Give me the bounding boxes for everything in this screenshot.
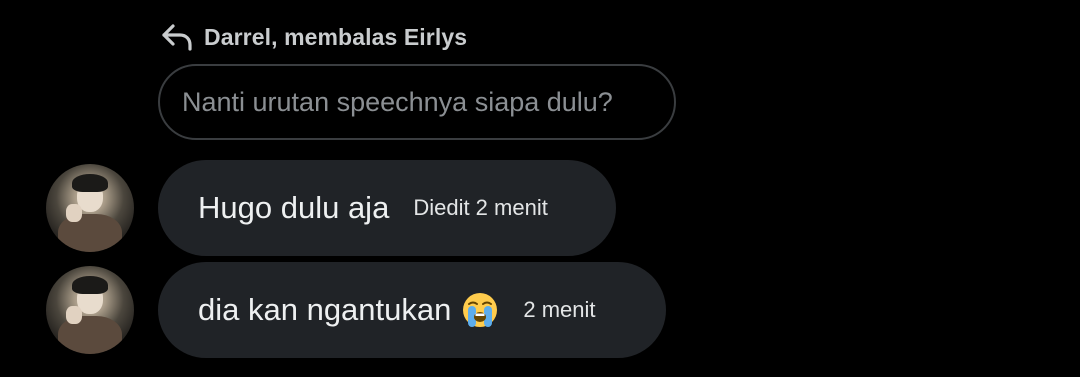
message-text: Hugo dulu aja xyxy=(198,190,390,225)
message-timestamp: 2 menit xyxy=(523,297,596,322)
message-bubble[interactable]: dia kan ngantukan 2 menit xyxy=(158,262,666,358)
message-bubble[interactable]: Hugo dulu aja Diedit 2 menit xyxy=(158,160,616,256)
user-avatar[interactable] xyxy=(46,164,134,252)
loudly-crying-face-icon xyxy=(461,291,499,329)
message-timestamp: Diedit 2 menit xyxy=(413,195,548,220)
message-row: Hugo dulu aja Diedit 2 menit xyxy=(46,160,616,256)
message-text: dia kan ngantukan xyxy=(198,292,452,327)
reply-context-text: Darrel, membalas Eirlys xyxy=(204,23,468,50)
reply-context-header: Darrel, membalas Eirlys xyxy=(160,20,467,54)
reply-arrow-icon xyxy=(160,22,194,52)
quoted-message[interactable]: Nanti urutan speechnya siapa dulu? xyxy=(158,64,676,140)
quoted-message-text: Nanti urutan speechnya siapa dulu? xyxy=(182,86,613,117)
message-row: dia kan ngantukan 2 menit xyxy=(46,262,666,358)
user-avatar[interactable] xyxy=(46,266,134,354)
